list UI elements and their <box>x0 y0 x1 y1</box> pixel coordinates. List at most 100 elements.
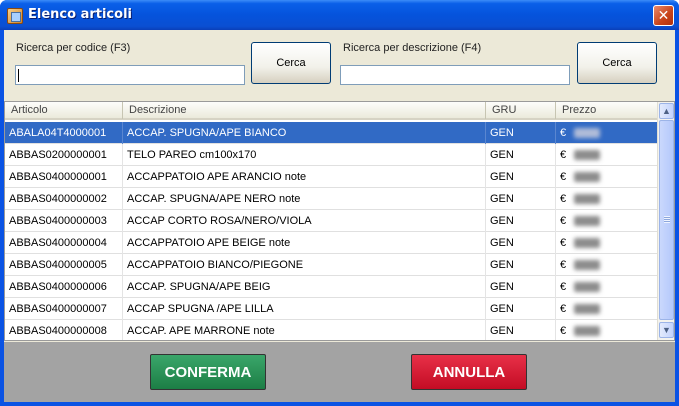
cell-prezzo: € <box>556 166 657 188</box>
cell-gru: GEN <box>486 166 556 188</box>
scroll-up-icon[interactable]: ▲ <box>659 103 674 119</box>
cell-articolo: ABBAS0400000001 <box>5 166 123 188</box>
desc-search-button-label: Cerca <box>602 57 632 69</box>
table-row[interactable]: ABBAS0400000008 ACCAP. APE MARRONE note GE… <box>5 320 657 340</box>
currency-symbol: € <box>560 171 567 183</box>
column-header-gru[interactable]: GRU <box>486 102 556 119</box>
close-icon: ✕ <box>657 7 670 24</box>
cell-prezzo: € <box>556 298 657 320</box>
redacted-price <box>574 282 601 293</box>
redacted-price <box>574 216 601 227</box>
table-row[interactable]: ABBAS0400000006 ACCAP. SPUGNA/APE BEIG GEN… <box>5 276 657 298</box>
footer-bar: CONFERMA ANNULLA <box>4 342 675 402</box>
desc-search-button[interactable]: Cerca <box>577 42 657 84</box>
title-bar[interactable]: Elenco articoli ✕ <box>0 0 679 30</box>
cell-gru: GEN <box>486 276 556 298</box>
column-header-descrizione[interactable]: Descrizione <box>123 102 486 119</box>
currency-symbol: € <box>560 149 567 161</box>
cell-articolo: ABALA04T4000001 <box>5 122 123 144</box>
cell-articolo: ABBAS0400000006 <box>5 276 123 298</box>
scroll-down-icon[interactable]: ▼ <box>659 322 674 338</box>
redacted-price <box>574 194 601 205</box>
confirm-button[interactable]: CONFERMA <box>150 354 266 390</box>
cell-descrizione: ACCAPPATOIO APE ARANCIO note <box>123 166 486 188</box>
column-header-prezzo[interactable]: Prezzo <box>556 102 657 119</box>
cell-articolo: ABBAS0400000002 <box>5 188 123 210</box>
table-row[interactable]: ABBAS0400000007 ACCAP SPUGNA /APE LILLA GE… <box>5 298 657 320</box>
scroll-thumb[interactable] <box>659 120 674 320</box>
cell-prezzo: € <box>556 232 657 254</box>
cell-articolo: ABBAS0400000004 <box>5 232 123 254</box>
cell-descrizione: ACCAP. SPUGNA/APE NERO note <box>123 188 486 210</box>
desc-search-input[interactable] <box>340 65 570 85</box>
code-search-label: Ricerca per codice (F3) <box>16 42 131 54</box>
cell-articolo: ABBAS0200000001 <box>5 144 123 166</box>
cell-articolo: ABBAS0400000005 <box>5 254 123 276</box>
grid-rows: ABALA04T4000001 ACCAP. SPUGNA/APE BIANCO G… <box>5 122 657 340</box>
redacted-price <box>574 326 601 337</box>
currency-symbol: € <box>560 215 567 227</box>
articles-grid[interactable]: Articolo Descrizione GRU Prezzo ABALA04T… <box>4 101 675 341</box>
currency-symbol: € <box>560 127 567 139</box>
cell-prezzo: € <box>556 254 657 276</box>
code-search-button-label: Cerca <box>276 57 306 69</box>
cell-articolo: ABBAS0400000003 <box>5 210 123 232</box>
cell-descrizione: ACCAP. SPUGNA/APE BEIG <box>123 276 486 298</box>
currency-symbol: € <box>560 281 567 293</box>
cell-gru: GEN <box>486 298 556 320</box>
table-row[interactable]: ABBAS0400000003 ACCAP CORTO ROSA/NERO/VIO… <box>5 210 657 232</box>
code-search-input[interactable] <box>15 65 245 85</box>
cell-prezzo: € <box>556 144 657 166</box>
cell-descrizione: ACCAP. APE MARRONE note <box>123 320 486 340</box>
table-row[interactable]: ABBAS0400000004 ACCAPPATOIO APE BEIGE not… <box>5 232 657 254</box>
currency-symbol: € <box>560 237 567 249</box>
cell-gru: GEN <box>486 210 556 232</box>
confirm-button-label: CONFERMA <box>164 363 252 381</box>
desc-search-label: Ricerca per descrizione (F4) <box>343 42 482 54</box>
cell-prezzo: € <box>556 188 657 210</box>
cell-articolo: ABBAS0400000007 <box>5 298 123 320</box>
table-row[interactable]: ABBAS0400000005 ACCAPPATOIO BIANCO/PIEGON… <box>5 254 657 276</box>
redacted-price <box>574 150 601 161</box>
cell-gru: GEN <box>486 188 556 210</box>
cell-descrizione: ACCAPPATOIO BIANCO/PIEGONE <box>123 254 486 276</box>
cell-gru: GEN <box>486 122 556 144</box>
redacted-price <box>574 128 601 139</box>
cell-gru: GEN <box>486 254 556 276</box>
currency-symbol: € <box>560 259 567 271</box>
cell-prezzo: € <box>556 320 657 340</box>
currency-symbol: € <box>560 325 567 337</box>
cell-gru: GEN <box>486 232 556 254</box>
grid-header: Articolo Descrizione GRU Prezzo <box>5 102 657 120</box>
cell-descrizione: ACCAP CORTO ROSA/NERO/VIOLA <box>123 210 486 232</box>
currency-symbol: € <box>560 303 567 315</box>
cell-descrizione: ACCAP. SPUGNA/APE BIANCO <box>123 122 486 144</box>
table-row[interactable]: ABALA04T4000001 ACCAP. SPUGNA/APE BIANCO G… <box>5 122 657 144</box>
redacted-price <box>574 172 601 183</box>
redacted-price <box>574 238 601 249</box>
cell-gru: GEN <box>486 320 556 340</box>
cancel-button-label: ANNULLA <box>432 363 506 381</box>
table-row[interactable]: ABBAS0200000001 TELO PAREO cm100x170 GEN € <box>5 144 657 166</box>
redacted-price <box>574 260 601 271</box>
text-caret <box>18 69 19 82</box>
cell-prezzo: € <box>556 276 657 298</box>
column-header-articolo[interactable]: Articolo <box>5 102 123 119</box>
table-row[interactable]: ABBAS0400000002 ACCAP. SPUGNA/APE NERO no… <box>5 188 657 210</box>
redacted-price <box>574 304 601 315</box>
cell-prezzo: € <box>556 122 657 144</box>
dialog-body: Ricerca per codice (F3) Cerca Ricerca pe… <box>4 30 675 402</box>
cell-descrizione: ACCAP SPUGNA /APE LILLA <box>123 298 486 320</box>
cell-articolo: ABBAS0400000008 <box>5 320 123 340</box>
code-search-button[interactable]: Cerca <box>251 42 331 84</box>
app-icon <box>7 8 23 24</box>
cell-gru: GEN <box>486 144 556 166</box>
window-title: Elenco articoli <box>28 7 132 22</box>
vertical-scrollbar[interactable]: ▲ ▼ <box>657 102 674 340</box>
close-button[interactable]: ✕ <box>653 5 674 26</box>
currency-symbol: € <box>560 193 567 205</box>
cancel-button[interactable]: ANNULLA <box>411 354 527 390</box>
table-row[interactable]: ABBAS0400000001 ACCAPPATOIO APE ARANCIO n… <box>5 166 657 188</box>
dialog-window: Elenco articoli ✕ Ricerca per codice (F3… <box>0 0 679 406</box>
cell-descrizione: ACCAPPATOIO APE BEIGE note <box>123 232 486 254</box>
